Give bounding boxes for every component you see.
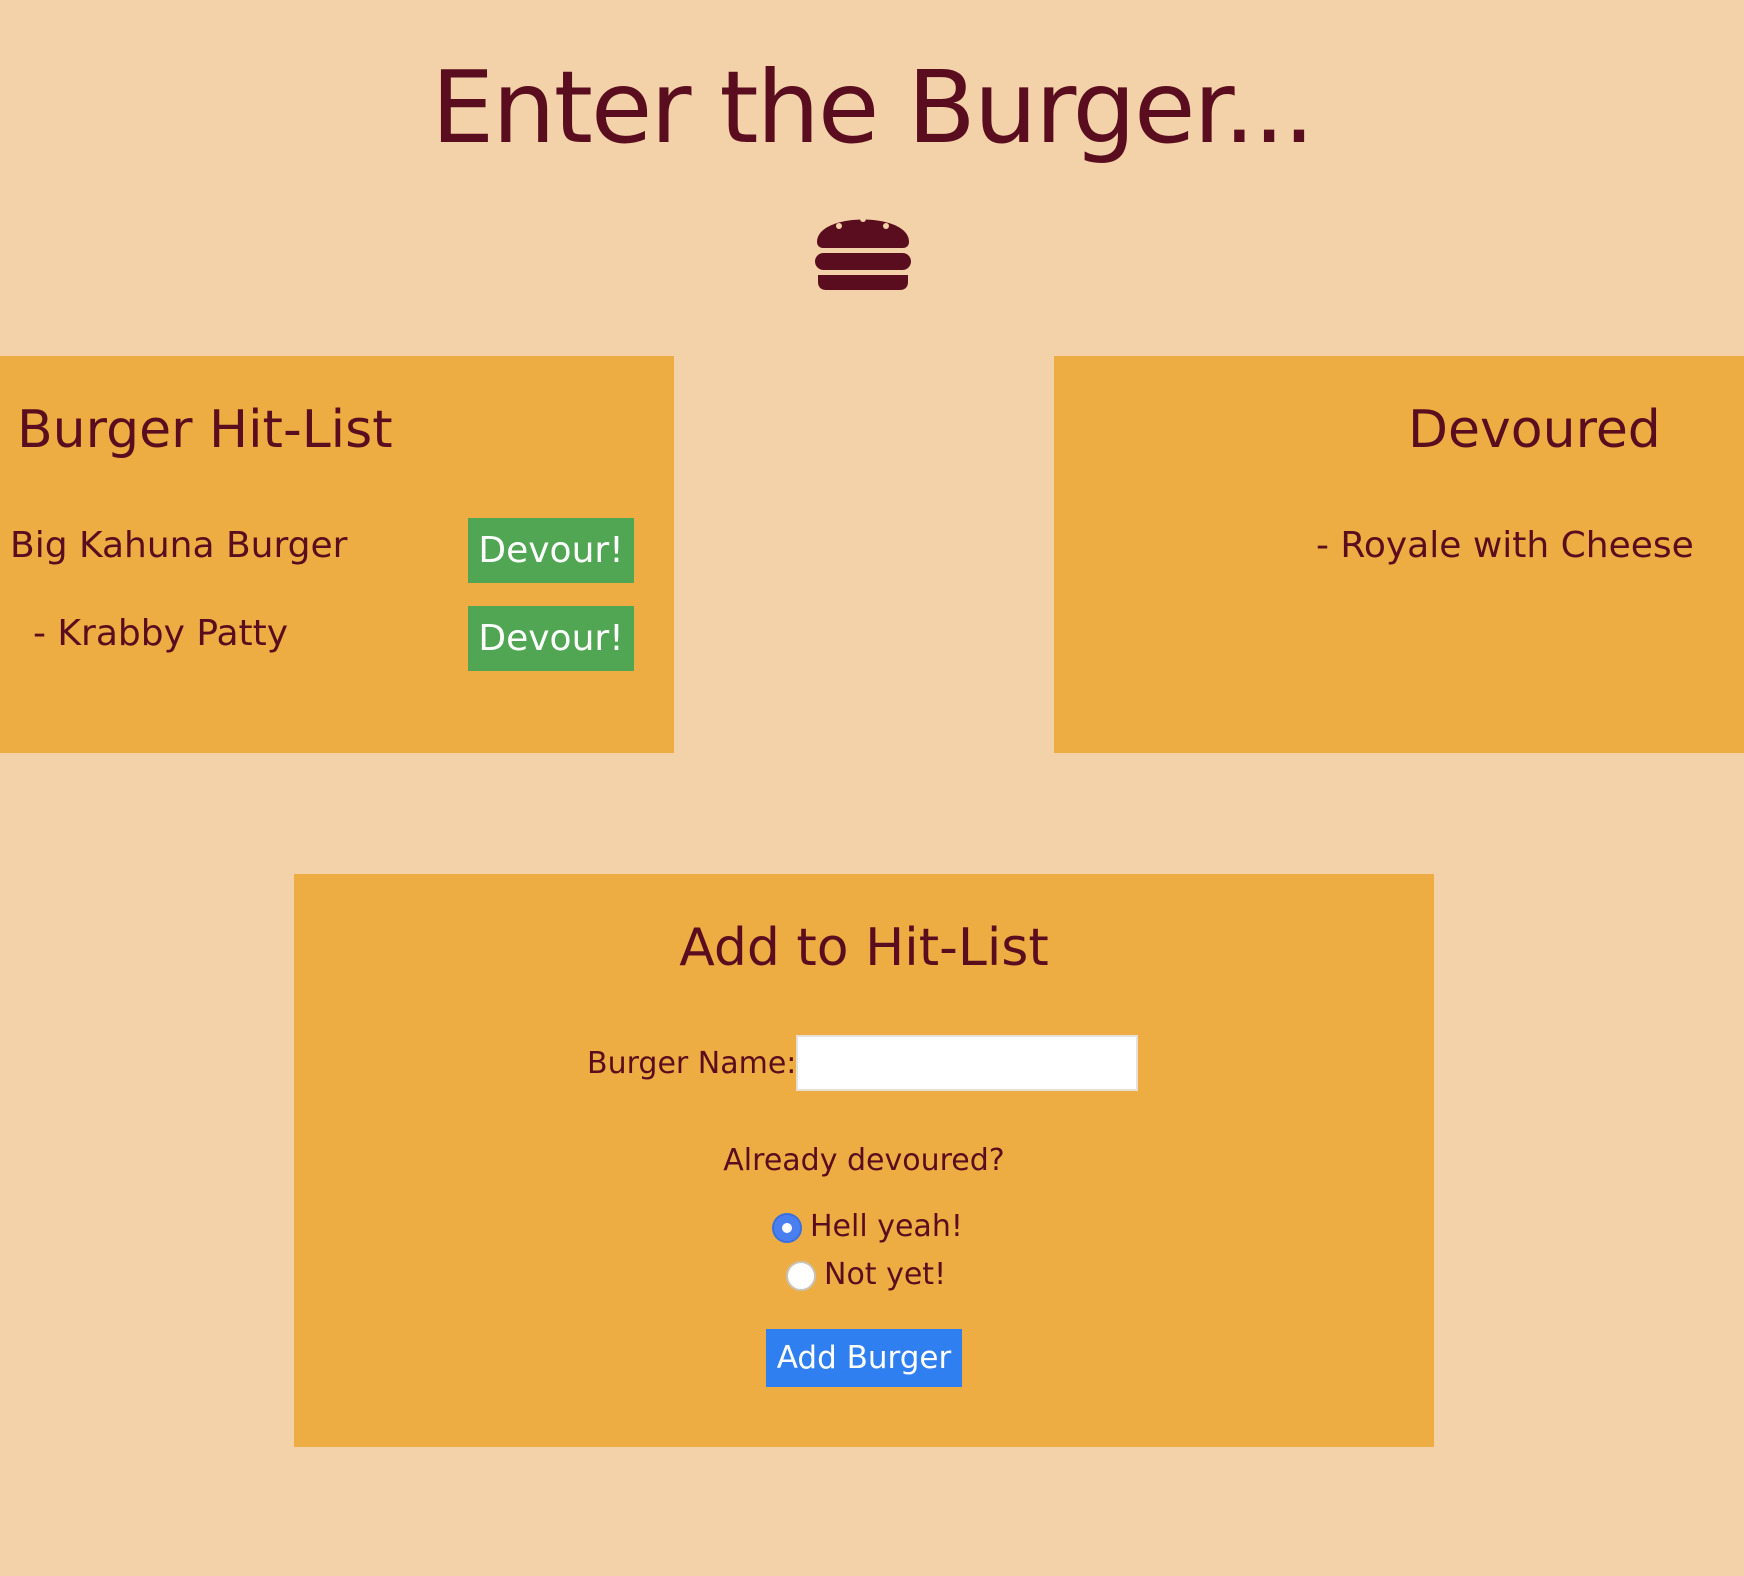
burger-name: Big Kahuna Burger (10, 525, 348, 566)
add-form-heading: Add to Hit-List (679, 918, 1049, 978)
add-burger-button[interactable]: Add Burger (766, 1329, 962, 1387)
burger-name-label: Burger Name: (587, 1046, 797, 1081)
radio-hell-yeah[interactable] (772, 1213, 802, 1243)
radio-not-yet[interactable] (786, 1261, 816, 1291)
radio-label-not-yet: Not yet! (824, 1257, 947, 1292)
devoured-burger-name: - Royale with Cheese (1316, 525, 1694, 566)
burger-icon (815, 216, 911, 290)
devour-button[interactable]: Devour! (468, 606, 634, 671)
devoured-panel: Devoured - Royale with Cheese (1054, 356, 1744, 753)
burger-name: - Krabby Patty (33, 613, 289, 654)
hit-list-panel: Burger Hit-List Big Kahuna Burger Devour… (0, 356, 674, 753)
page-title: Enter the Burger... (431, 49, 1315, 166)
devoured-question: Already devoured? (723, 1143, 1005, 1178)
radio-label-hell-yeah: Hell yeah! (810, 1209, 963, 1244)
devoured-heading: Devoured (1408, 400, 1661, 460)
devour-button[interactable]: Devour! (468, 518, 634, 583)
add-burger-form: Add to Hit-List Burger Name: Already dev… (294, 874, 1434, 1447)
hit-list-heading: Burger Hit-List (17, 400, 393, 460)
burger-name-input[interactable] (796, 1035, 1138, 1091)
